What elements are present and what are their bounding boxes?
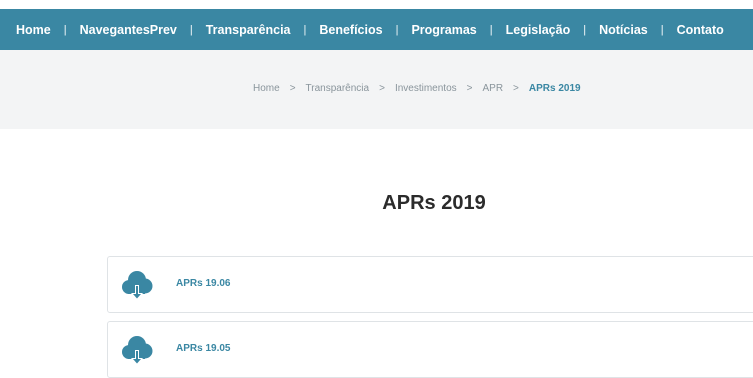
nav-item-programas[interactable]: Programas: [411, 23, 476, 37]
main-nav: Home | NavegantesPrev | Transparência | …: [0, 9, 753, 50]
breadcrumb-home[interactable]: Home: [253, 83, 280, 94]
nav-separator: |: [63, 23, 67, 36]
file-link[interactable]: APRs 19.05: [176, 343, 230, 354]
file-item[interactable]: APRs 19.06: [107, 256, 753, 313]
top-spacer: [0, 0, 753, 9]
cloud-download-icon[interactable]: [119, 332, 155, 368]
nav-separator: |: [303, 23, 307, 36]
page-title: APRs 2019: [382, 192, 486, 214]
nav-item-legislacao[interactable]: Legislação: [506, 23, 571, 37]
breadcrumb-apr[interactable]: APR: [482, 83, 503, 94]
cloud-download-icon[interactable]: [119, 267, 155, 303]
nav-separator: |: [489, 23, 493, 36]
nav-item-transparencia[interactable]: Transparência: [206, 23, 291, 37]
breadcrumb-investimentos[interactable]: Investimentos: [395, 83, 457, 94]
nav-separator: |: [395, 23, 399, 36]
nav-item-navegantesprev[interactable]: NavegantesPrev: [80, 23, 177, 37]
nav-item-home[interactable]: Home: [16, 23, 51, 37]
breadcrumb-banner: Home > Transparência > Investimentos > A…: [0, 50, 753, 129]
file-item[interactable]: APRs 19.05: [107, 321, 753, 378]
nav-separator: |: [660, 23, 664, 36]
breadcrumb-current: APRs 2019: [528, 83, 581, 94]
breadcrumb: Home > Transparência > Investimentos > A…: [253, 83, 581, 94]
breadcrumb-separator: >: [289, 83, 296, 94]
nav-separator: |: [583, 23, 587, 36]
nav-item-beneficios[interactable]: Benefícios: [319, 23, 382, 37]
file-link[interactable]: APRs 19.06: [176, 278, 230, 289]
breadcrumb-separator: >: [513, 83, 519, 94]
nav-separator: |: [189, 23, 193, 36]
nav-item-contato[interactable]: Contato: [677, 23, 724, 37]
breadcrumb-separator: >: [466, 83, 473, 94]
breadcrumb-separator: >: [379, 83, 385, 94]
breadcrumb-transparencia[interactable]: Transparência: [306, 83, 370, 94]
nav-item-noticias[interactable]: Notícias: [599, 23, 648, 37]
